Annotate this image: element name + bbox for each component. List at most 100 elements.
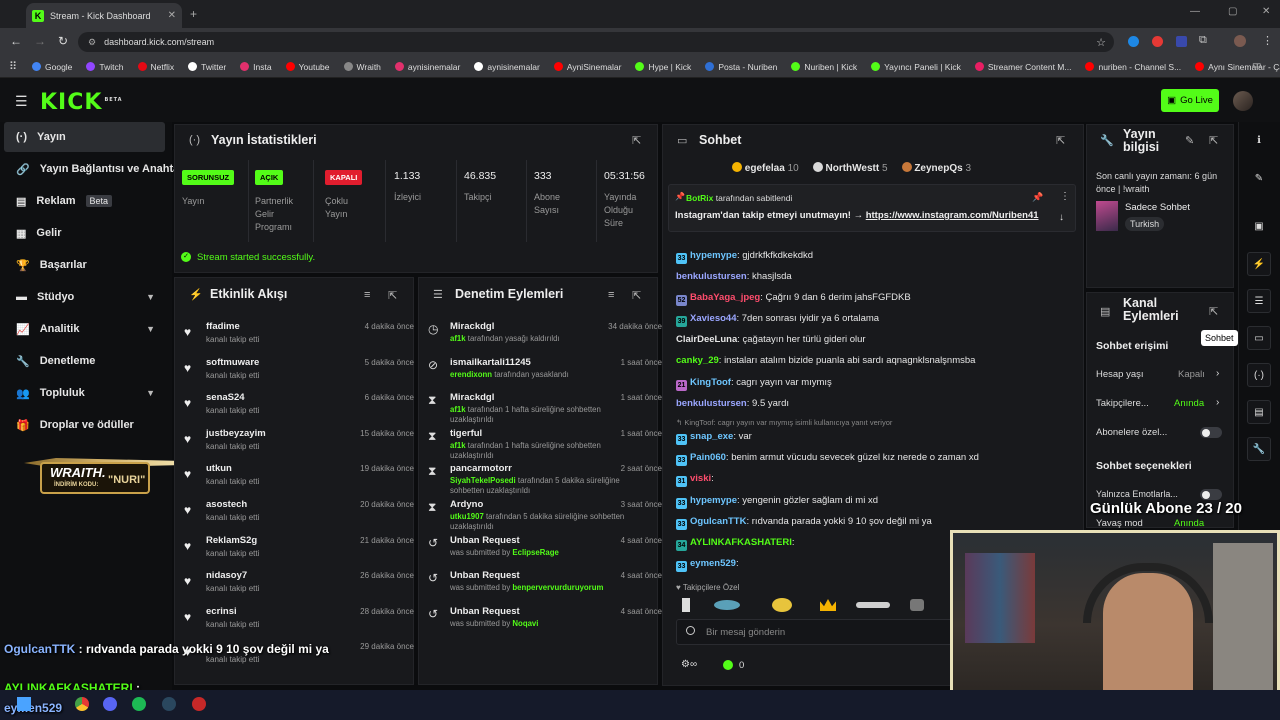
sidebar-item-revenue[interactable]: ▦ Gelir — [4, 218, 165, 248]
chat-username[interactable]: viski — [690, 473, 711, 484]
emote[interactable] — [772, 598, 792, 612]
moderation-item[interactable]: ⊘ ismailkartali11245 1 saat önce erendixonn… — [428, 357, 662, 391]
bookmark-item[interactable]: aynisinemalar — [474, 62, 540, 72]
popout-icon[interactable]: ⇱ — [632, 134, 641, 147]
bookmark-item[interactable]: nuriben - Channel S... — [1085, 62, 1181, 72]
bookmark-item[interactable]: aynisinemalar — [394, 62, 460, 72]
windows-start-icon[interactable] — [17, 697, 31, 711]
apps-grid-icon[interactable]: ⠿ — [9, 60, 17, 73]
moderation-target[interactable]: Mirackdgl — [450, 321, 494, 332]
chat-username[interactable]: eymen529 — [690, 558, 736, 569]
emote[interactable] — [856, 602, 890, 608]
chat-message[interactable]: 39 Xavieso44: 7den sonrası iyidir ya 6 or… — [676, 313, 879, 327]
moderation-item[interactable]: ⧗ Ardyno 3 saat önce utku1907 tarafından 5 … — [428, 499, 662, 533]
moderation-target[interactable]: Unban Request — [450, 570, 520, 581]
popout-icon[interactable]: ⇱ — [388, 289, 397, 302]
emote[interactable] — [714, 600, 740, 610]
chevron-right-icon[interactable]: › — [1216, 397, 1219, 408]
popout-icon[interactable]: ⇱ — [1056, 134, 1065, 147]
bookmark-item[interactable]: Twitter — [188, 62, 226, 72]
bookmark-item[interactable]: Hype | Kick — [635, 62, 691, 72]
category-name[interactable]: Sadece Sohbet — [1125, 202, 1190, 213]
sidebar-item-community[interactable]: 👥 Topluluk ▼ — [4, 378, 165, 408]
extension-icon[interactable] — [1152, 36, 1163, 47]
chat-message[interactable]: canky_29: instaları atalım bizide puanla… — [676, 355, 975, 366]
chat-settings-icon[interactable]: ⚙∞ — [681, 659, 697, 670]
activity-item[interactable]: ♥ softmuware kanalı takip etti 5 dakika önc… — [184, 357, 414, 393]
chat-message[interactable]: 33 OgulcanTTK: rıdvanda parada yokki 9 10… — [676, 516, 932, 530]
kick-logo[interactable]: KICK BETA — [40, 90, 123, 115]
activity-user[interactable]: nidasoy7 — [206, 570, 247, 581]
chat-message[interactable]: 21 KingToof: cagrı yayın var mıymış — [676, 377, 832, 391]
chat-username[interactable]: ClairDeeLuna — [676, 334, 737, 345]
moderation-target[interactable]: pancarmotorr — [450, 463, 512, 474]
forward-icon[interactable]: → — [34, 34, 46, 48]
moderation-target[interactable]: ismailkartali11245 — [450, 357, 531, 368]
emote[interactable] — [820, 599, 836, 611]
activity-item[interactable]: ♥ kanalı takip etti 29 dakika önce — [184, 641, 414, 677]
activity-item[interactable]: ♥ senaS24 kanalı takip etti 6 dakika önce — [184, 392, 414, 428]
filter-icon[interactable]: ≡ — [364, 289, 370, 301]
chat-message[interactable]: 33 hypemype: yengenin gözler sağlam di mi… — [676, 495, 878, 509]
moderation-target[interactable]: tigerful — [450, 428, 482, 439]
pinned-menu-icon[interactable]: ⋮ — [1060, 191, 1070, 202]
bookmark-item[interactable]: Aynı Sinemalar - Ça... — [1195, 62, 1280, 72]
collapse-pinned-icon[interactable]: ↓ — [1059, 212, 1064, 223]
chat-username[interactable]: snap_exe — [690, 431, 733, 442]
moderation-target[interactable]: Mirackdgl — [450, 392, 494, 403]
extension-icon[interactable] — [1176, 36, 1187, 47]
chat-username[interactable]: benkulustursen — [676, 271, 747, 282]
chat-username[interactable]: AYLINKAFKASHATERI — [690, 537, 792, 548]
chat-message[interactable]: 33 snap_exe: var — [676, 431, 752, 445]
bookmark-item[interactable]: Posta - Nuriben — [705, 62, 777, 72]
lightning-icon[interactable]: ⚡ — [1247, 252, 1271, 276]
chat-message[interactable]: benkulustursen: 9.5 yardı — [676, 398, 789, 409]
activity-user[interactable]: ecrinsi — [206, 606, 237, 617]
activity-item[interactable]: ♥ utkun kanalı takip etti 19 dakika önce — [184, 463, 414, 499]
activity-user[interactable]: senaS24 — [206, 392, 245, 403]
chat-message[interactable]: 52 BabaYaga_jpeg: Çağrıı 9 dan 6 derim ja… — [676, 292, 911, 306]
activity-user[interactable]: justbeyzayim — [206, 428, 266, 439]
new-tab-icon[interactable]: + — [190, 7, 197, 21]
bookmark-item[interactable]: Twitch — [86, 62, 124, 72]
bookmark-item[interactable]: Youtube — [285, 62, 330, 72]
address-bar[interactable]: ⚙ dashboard.kick.com/stream ☆ — [78, 32, 1114, 52]
spotify-taskbar-icon[interactable] — [132, 697, 146, 711]
slow-mode-value[interactable]: Anında — [1174, 518, 1204, 529]
all-bookmarks-icon[interactable]: ▭ — [1252, 60, 1261, 71]
extension-icon[interactable] — [1128, 36, 1139, 47]
close-window-icon[interactable]: ✕ — [1262, 6, 1270, 17]
user-avatar[interactable] — [1233, 91, 1253, 111]
actions-icon[interactable]: ▤ — [1247, 400, 1271, 424]
moderation-target[interactable]: Unban Request — [450, 535, 520, 546]
filter-icon[interactable]: ≡ — [608, 289, 614, 301]
bookmark-item[interactable]: Google — [32, 62, 72, 72]
chat-message[interactable]: ClairDeeLuna: çağatayın her türlü gideri… — [676, 334, 866, 345]
chat-username[interactable]: benkulustursen — [676, 398, 747, 409]
moderation-target[interactable]: Ardyno — [450, 499, 483, 510]
broadcast-icon[interactable]: (·) — [1247, 363, 1271, 387]
activity-item[interactable]: ♥ ecrinsi kanalı takip etti 28 dakika önce — [184, 606, 414, 642]
activity-item[interactable]: ♥ nidasoy7 kanalı takip etti 26 dakika önce — [184, 570, 414, 606]
go-live-button[interactable]: ▣ Go Live — [1161, 89, 1219, 112]
moderation-item[interactable]: ↺ Unban Request 4 saat önce was submitted b… — [428, 570, 662, 604]
chat-message[interactable]: 34 AYLINKAFKASHATERI: — [676, 537, 795, 551]
chevron-right-icon[interactable]: › — [1216, 368, 1219, 379]
moderation-item[interactable]: ◷ Mirackdgl 34 dakika önce af1k tarafından … — [428, 321, 662, 355]
sidebar-item-stream-key[interactable]: 🔗 Yayın Bağlantısı ve Anahtar — [4, 154, 184, 184]
activity-item[interactable]: ♥ ffadime kanalı takip etti 4 dakika önce — [184, 321, 414, 357]
emote[interactable] — [910, 599, 924, 611]
bookmark-item[interactable]: Insta — [240, 62, 272, 72]
chat-message[interactable]: 33 hypemype: gjdrkfkfkdkekdkd — [676, 250, 813, 264]
activity-user[interactable]: ffadime — [206, 321, 240, 332]
activity-user[interactable]: softmuware — [206, 357, 259, 368]
wrench-icon[interactable]: 🔧 — [1247, 437, 1271, 461]
account-age-value[interactable]: Kapalı — [1178, 369, 1205, 380]
language-tag[interactable]: Turkish — [1125, 217, 1165, 231]
maximize-icon[interactable]: ▢ — [1228, 6, 1237, 17]
edit-pencil-icon[interactable]: ✎ — [1247, 166, 1271, 190]
close-tab-icon[interactable]: ✕ — [168, 10, 176, 21]
bookmark-item[interactable]: Streamer Content M... — [974, 62, 1071, 72]
pinned-link[interactable]: https://www.instagram.com/Nuriben41 — [866, 210, 1039, 221]
gifter-1[interactable]: egefelaa 10 — [732, 162, 799, 174]
